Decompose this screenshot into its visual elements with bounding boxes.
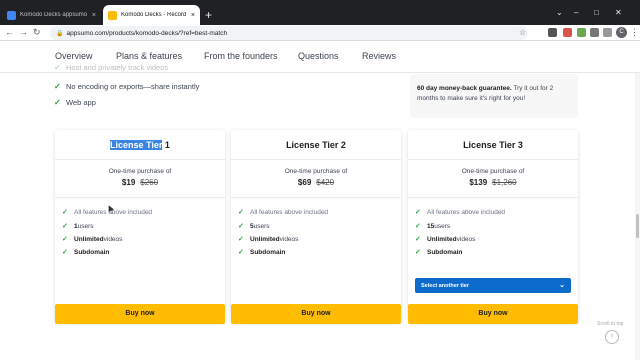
- tier-feature: ✓ Unlimited videos: [62, 235, 123, 244]
- price: $19 $260: [55, 178, 225, 187]
- divider: [55, 159, 225, 160]
- guarantee-box: 60 day money-back guarantee. Try it out …: [410, 74, 578, 118]
- check-icon: ✓: [415, 236, 421, 243]
- check-icon: ✓: [238, 209, 244, 216]
- browser-tab[interactable]: Komodo Decks appsumo review ×: [2, 5, 101, 25]
- tier-feature: ✓ Subdomain: [62, 248, 110, 257]
- buy-now-button[interactable]: Buy now: [231, 304, 401, 324]
- tier-title: License Tier 3: [463, 140, 523, 150]
- tier-feature: ✓ 1 users: [62, 222, 94, 231]
- chevron-down-icon: ⌄: [559, 282, 565, 289]
- tier-feature: ✓ 15 users: [415, 222, 451, 231]
- check-icon: ✓: [62, 209, 68, 216]
- nav-questions[interactable]: Questions: [298, 51, 339, 61]
- divider: [231, 159, 401, 160]
- divider: [408, 197, 578, 198]
- check-icon: ✓: [54, 82, 61, 91]
- check-icon: ✓: [62, 223, 68, 230]
- tab-title: Komodo Decks - Record your sc: [121, 12, 187, 18]
- current-price: $69: [297, 178, 312, 187]
- close-window-button[interactable]: ✕: [615, 8, 622, 17]
- browser-tab-active[interactable]: Komodo Decks - Record your sc ×: [103, 5, 200, 25]
- appsumo-favicon-icon: [108, 10, 117, 20]
- tier-feature: ✓ Unlimited videos: [238, 235, 299, 244]
- divider: [55, 197, 225, 198]
- scroll-to-top-button[interactable]: ↑: [605, 330, 619, 344]
- maximize-button[interactable]: □: [594, 8, 599, 17]
- price: $69 $420: [231, 178, 401, 187]
- divider: [408, 159, 578, 160]
- tier-title: License Tier 1: [110, 140, 170, 150]
- tier-feature: ✓ All features above included: [415, 208, 506, 217]
- tier-card-2: License Tier 2 One-time purchase of $69 $…: [231, 130, 401, 322]
- menu-dots-icon[interactable]: ⋮: [630, 27, 639, 38]
- nav-plans-features[interactable]: Plans & features: [116, 51, 182, 61]
- one-time-label: One-time purchase of: [108, 168, 172, 175]
- selected-text: License Tier: [110, 140, 163, 150]
- original-price: $1,260: [492, 178, 517, 187]
- select-tier-label: Select another tier: [421, 282, 469, 289]
- scrollbar-thumb[interactable]: [636, 214, 639, 238]
- url-text: appsumo.com/products/komodo-decks/?ref=b…: [66, 29, 228, 37]
- check-icon: ✓: [415, 249, 421, 256]
- reload-icon[interactable]: ↻: [33, 27, 41, 38]
- tier-card-1: License Tier 1 One-time purchase of $19 $…: [55, 130, 225, 322]
- tier-feature: ✓ Subdomain: [238, 248, 286, 257]
- nav-reviews[interactable]: Reviews: [362, 51, 396, 61]
- guarantee-title: 60 day money-back guarantee.: [417, 85, 512, 92]
- close-tab-icon[interactable]: ×: [92, 12, 96, 19]
- nav-from-founders[interactable]: From the founders: [204, 51, 278, 61]
- current-price: $19: [121, 178, 136, 187]
- current-price: $139: [469, 178, 488, 187]
- new-tab-button[interactable]: +: [205, 9, 212, 21]
- profile-avatar[interactable]: C: [616, 27, 627, 38]
- check-icon: ✓: [415, 209, 421, 216]
- check-icon: ✓: [54, 98, 61, 107]
- tier-feature: ✓ 5 users: [238, 222, 270, 231]
- original-price: $420: [316, 178, 335, 187]
- nav-overview[interactable]: Overview: [55, 51, 93, 61]
- address-bar[interactable]: 🔒 appsumo.com/products/komodo-decks/?ref…: [50, 26, 528, 40]
- feature-item: ✓ Host and privately track videos: [54, 63, 169, 72]
- docs-favicon-icon: [7, 10, 16, 20]
- check-icon: ✓: [62, 236, 68, 243]
- price: $139 $1,260: [408, 178, 578, 187]
- extensions-puzzle-icon[interactable]: [590, 28, 599, 37]
- check-icon: ✓: [238, 249, 244, 256]
- back-arrow-icon[interactable]: ←: [5, 27, 14, 38]
- original-price: $260: [140, 178, 159, 187]
- extension-icon[interactable]: [548, 28, 557, 37]
- check-icon: ✓: [54, 63, 61, 72]
- extension-icon[interactable]: [603, 28, 612, 37]
- lock-icon: 🔒: [56, 30, 64, 37]
- extension-icon[interactable]: [577, 28, 586, 37]
- select-tier-dropdown[interactable]: Select another tier ⌄: [415, 278, 571, 293]
- tier-title: License Tier 2: [286, 140, 346, 150]
- browser-tab-strip: Komodo Decks appsumo review × Komodo Dec…: [0, 0, 640, 25]
- check-icon: ✓: [62, 249, 68, 256]
- buy-now-button[interactable]: Buy now: [55, 304, 225, 324]
- bookmark-star-icon[interactable]: ☆: [519, 27, 526, 38]
- close-tab-icon[interactable]: ×: [191, 12, 195, 19]
- check-icon: ✓: [415, 223, 421, 230]
- tier-card-3: License Tier 3 One-time purchase of $139…: [408, 130, 578, 322]
- minimize-button[interactable]: –: [574, 8, 578, 17]
- tab-title: Komodo Decks appsumo review: [20, 12, 88, 18]
- browser-toolbar: ← → ↻ 🔒 appsumo.com/products/komodo-deck…: [0, 25, 640, 41]
- one-time-label: One-time purchase of: [284, 168, 348, 175]
- tier-feature: ✓ Unlimited videos: [415, 235, 476, 244]
- check-icon: ✓: [238, 223, 244, 230]
- buy-now-button[interactable]: Buy now: [408, 304, 578, 324]
- scroll-to-top-label: Scroll to top: [597, 321, 624, 327]
- tab-search-icon[interactable]: ⌄: [556, 8, 563, 17]
- forward-arrow-icon[interactable]: →: [19, 27, 28, 38]
- tier-feature: ✓ Subdomain: [415, 248, 463, 257]
- tier-feature: ✓ All features above included: [238, 208, 329, 217]
- one-time-label: One-time purchase of: [461, 168, 525, 175]
- extension-icon[interactable]: [563, 28, 572, 37]
- check-icon: ✓: [238, 236, 244, 243]
- feature-item: ✓ No encoding or exports—share instantly: [54, 82, 200, 91]
- feature-item: ✓ Web app: [54, 98, 96, 107]
- divider: [231, 197, 401, 198]
